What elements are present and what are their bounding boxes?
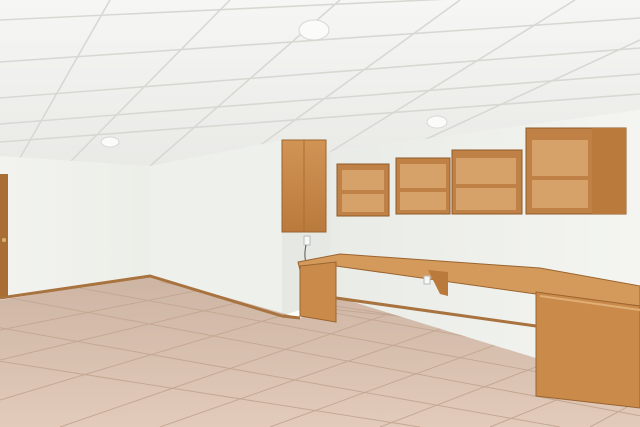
left-wall xyxy=(0,156,150,298)
door-edge xyxy=(0,174,8,298)
door-knob xyxy=(2,238,6,242)
ceiling-light xyxy=(426,115,448,129)
ceiling-light xyxy=(298,19,330,41)
basement-room-photo xyxy=(0,0,640,427)
ceiling-light xyxy=(100,136,120,148)
baseboard xyxy=(281,314,301,320)
desk-left-leg xyxy=(299,261,337,323)
wall-outlet xyxy=(303,235,311,246)
desk-outlet xyxy=(423,275,431,285)
desk-right-cabinet xyxy=(535,291,640,409)
